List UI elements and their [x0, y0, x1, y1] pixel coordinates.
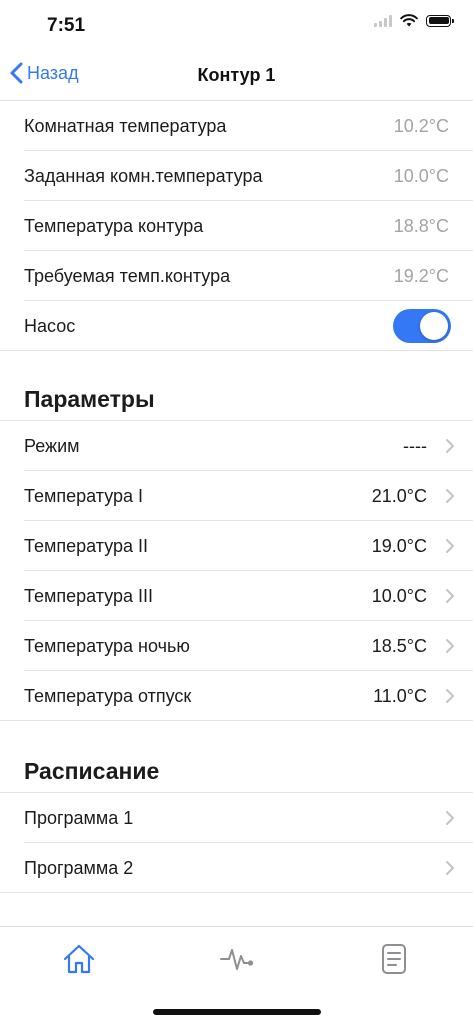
row-value: ---- — [403, 436, 427, 456]
chevron-right-icon — [446, 539, 454, 553]
row-label: Температура контура — [24, 216, 204, 236]
pump-toggle[interactable] — [393, 309, 451, 343]
program-2-row[interactable]: Программа 2 — [0, 843, 473, 893]
vacation-temperature-row[interactable]: Температура отпуск 11.0°C — [0, 671, 473, 721]
row-value: 10.0°C — [393, 166, 449, 186]
home-indicator — [153, 1009, 321, 1015]
tab-documents[interactable] — [374, 939, 414, 979]
schedule-section-header: Расписание — [24, 758, 160, 784]
status-bar: 7:51 — [0, 0, 473, 50]
temperature-3-row[interactable]: Температура III 10.0°C — [0, 571, 473, 621]
chevron-right-icon — [446, 639, 454, 653]
page-title: Контур 1 — [197, 65, 276, 85]
chevron-right-icon — [446, 811, 454, 825]
navigation-bar: Назад Контур 1 — [0, 50, 473, 101]
home-icon — [63, 944, 95, 974]
temperature-1-row[interactable]: Температура I 21.0°C — [0, 471, 473, 521]
row-label: Температура II — [24, 536, 149, 556]
cellular-signal-icon — [374, 14, 392, 27]
pump-row: Насос — [0, 301, 473, 351]
circuit-temperature-row: Температура контура 18.8°C — [0, 201, 473, 251]
row-label: Температура I — [24, 486, 144, 506]
chevron-right-icon — [446, 861, 454, 875]
row-label: Режим — [24, 436, 80, 456]
parameters-section-header: Параметры — [24, 386, 155, 412]
row-value: 10.0°C — [371, 586, 427, 606]
row-value: 21.0°C — [371, 486, 427, 506]
row-value: 19.2°C — [393, 266, 449, 286]
chevron-right-icon — [446, 439, 454, 453]
row-value: 10.2°C — [393, 116, 449, 136]
required-circuit-temperature-row: Требуемая темп.контура 19.2°C — [0, 251, 473, 301]
row-label: Температура ночью — [24, 636, 190, 656]
chevron-right-icon — [446, 589, 454, 603]
night-temperature-row[interactable]: Температура ночью 18.5°C — [0, 621, 473, 671]
activity-icon — [220, 949, 254, 970]
mode-row[interactable]: Режим ---- — [0, 421, 473, 471]
status-time: 7:51 — [47, 15, 86, 36]
row-label: Заданная комн.температура — [24, 166, 263, 186]
row-label: Программа 1 — [24, 808, 134, 828]
toggle-knob — [420, 312, 448, 340]
tab-home[interactable] — [59, 939, 99, 979]
pump-label: Насос — [24, 316, 76, 336]
document-icon — [382, 944, 406, 974]
row-value: 18.8°C — [393, 216, 449, 236]
row-value: 18.5°C — [371, 636, 427, 656]
chevron-right-icon — [446, 489, 454, 503]
tab-activity[interactable] — [217, 939, 257, 979]
program-1-row[interactable]: Программа 1 — [0, 793, 473, 843]
temperature-2-row[interactable]: Температура II 19.0°C — [0, 521, 473, 571]
row-label: Программа 2 — [24, 858, 134, 878]
row-label: Комнатная температура — [24, 116, 227, 136]
room-temperature-row: Комнатная температура 10.2°C — [0, 101, 473, 151]
row-label: Температура III — [24, 586, 154, 606]
status-icons — [374, 14, 454, 27]
row-label: Температура отпуск — [24, 686, 192, 706]
row-value: 19.0°C — [371, 536, 427, 556]
set-room-temperature-row: Заданная комн.температура 10.0°C — [0, 151, 473, 201]
battery-icon — [426, 14, 454, 27]
row-value: 11.0°C — [373, 686, 427, 706]
row-label: Требуемая темп.контура — [24, 266, 231, 286]
chevron-right-icon — [446, 689, 454, 703]
wifi-icon — [400, 14, 418, 27]
